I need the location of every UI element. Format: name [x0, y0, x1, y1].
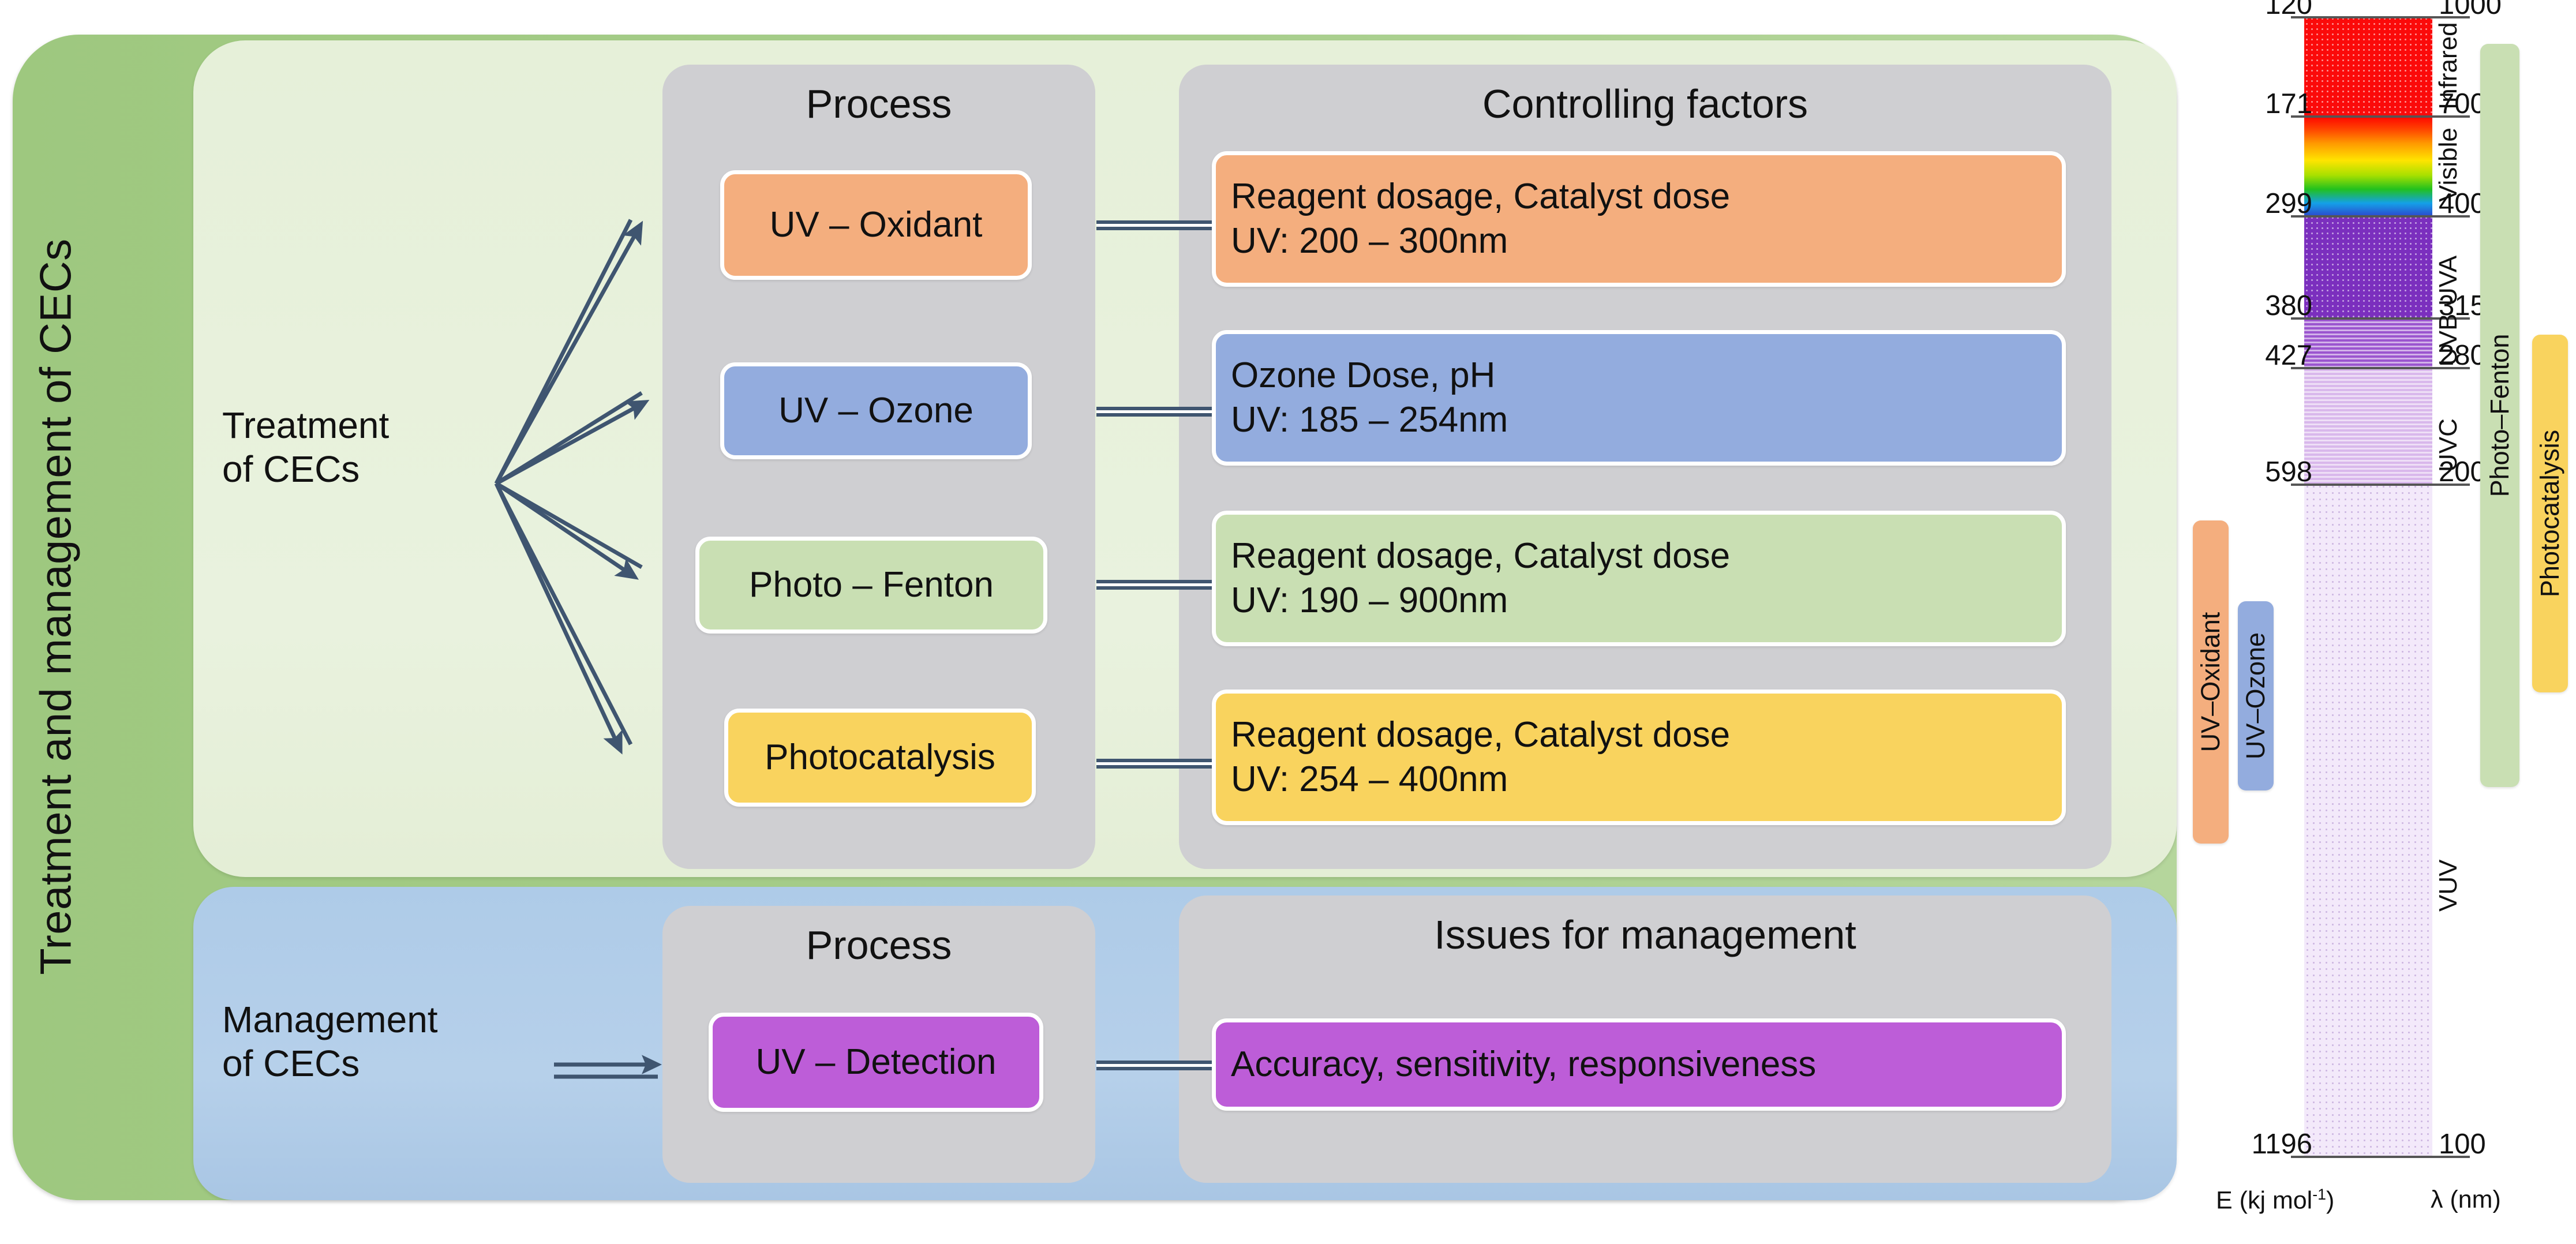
spectrum-panel: 1000 700 400 315 280 200 100 120 171 299…	[2216, 0, 2576, 1244]
connector-row-4	[1096, 759, 1212, 769]
treatment-row-label: Treatment of CECs	[222, 404, 390, 490]
factor-chip-uv-ozone[interactable]: Ozone Dose, pH UV: 185 – 254nm	[1212, 330, 2066, 466]
connector-row-2	[1096, 407, 1212, 417]
energy-tick-299: 299	[2265, 188, 2312, 219]
factor-chip-photocatalysis[interactable]: Reagent dosage, Catalyst dose UV: 254 – …	[1212, 690, 2066, 825]
connector-management-row	[1096, 1061, 1212, 1070]
lambda-tick-100: 100	[2439, 1129, 2486, 1160]
process-chip-uv-oxidant[interactable]: UV – Oxidant	[720, 170, 1032, 280]
management-process-group-title: Process	[806, 923, 952, 968]
process-chip-photocatalysis[interactable]: Photocatalysis	[724, 709, 1036, 807]
process-chip-label: UV – Oxidant	[769, 204, 983, 245]
issue-chip-text: Accuracy, sensitivity, responsiveness	[1231, 1044, 1817, 1084]
process-range-bar-label: Photo–Fenton	[2485, 334, 2514, 497]
lambda-tick-1000: 1000	[2439, 0, 2502, 20]
energy-tick-171: 171	[2265, 88, 2312, 119]
band-uvb	[2304, 317, 2432, 367]
band-label-uva: UVA	[2434, 255, 2462, 306]
band-vuv	[2304, 484, 2432, 1156]
connector-row-3	[1096, 580, 1212, 590]
process-chip-label: UV – Ozone	[778, 390, 974, 430]
factor-chip-uv-oxidant[interactable]: Reagent dosage, Catalyst dose UV: 200 – …	[1212, 151, 2066, 287]
energy-axis-caption: E (kj mol-1)	[2216, 1186, 2334, 1215]
band-label-visible: Visible	[2434, 128, 2462, 202]
figure-canvas: Treatment and management of CECs Treatme…	[0, 0, 2576, 1244]
factor-chip-photo-fenton[interactable]: Reagent dosage, Catalyst dose UV: 190 – …	[1212, 511, 2066, 646]
lambda-axis-caption: λ (nm)	[2431, 1186, 2501, 1213]
energy-tick-427: 427	[2265, 340, 2312, 371]
factor-chip-text: Reagent dosage, Catalyst dose UV: 190 – …	[1231, 535, 1731, 620]
process-range-bar-label: UV–Oxidant	[2196, 612, 2225, 752]
factor-chip-text: Reagent dosage, Catalyst dose UV: 200 – …	[1231, 176, 1731, 261]
band-uvc	[2304, 367, 2432, 484]
energy-axis-caption-sup: -1	[2312, 1186, 2326, 1203]
band-label-infrared: Infrared	[2434, 22, 2462, 110]
process-range-bar-photocatalysis[interactable]: Photocatalysis	[2532, 335, 2568, 692]
process-chip-label: Photo – Fenton	[749, 564, 994, 605]
treatment-process-group-title: Process	[806, 81, 952, 126]
energy-axis-caption-tail: )	[2326, 1186, 2335, 1215]
band-label-uvc: UVC	[2434, 418, 2462, 472]
band-visible	[2304, 115, 2432, 215]
energy-tick-120: 120	[2265, 0, 2312, 20]
process-chip-uv-ozone[interactable]: UV – Ozone	[720, 362, 1032, 459]
energy-tick-380: 380	[2265, 290, 2312, 321]
energy-axis-caption-base: E (kj mol	[2216, 1186, 2313, 1215]
factor-chip-text: Ozone Dose, pH UV: 185 – 254nm	[1231, 355, 1508, 440]
energy-tick-1196: 1196	[2251, 1129, 2312, 1160]
issue-chip-detection[interactable]: Accuracy, sensitivity, responsiveness	[1212, 1018, 2066, 1111]
connector-row-1	[1096, 220, 1212, 230]
figure-vertical-title: Treatment and management of CECs	[31, 238, 81, 975]
process-chip-label: UV – Detection	[755, 1041, 997, 1082]
process-range-bar-uv-ozone[interactable]: UV–Ozone	[2238, 601, 2274, 790]
energy-tick-598: 598	[2265, 456, 2312, 488]
band-label-vuv: VUV	[2434, 859, 2462, 912]
process-chip-photo-fenton[interactable]: Photo – Fenton	[695, 537, 1047, 634]
band-uva	[2304, 215, 2432, 317]
factor-chip-text: Reagent dosage, Catalyst dose UV: 254 – …	[1231, 714, 1731, 799]
process-chip-uv-detection[interactable]: UV – Detection	[709, 1013, 1043, 1112]
process-range-bar-label: Photocatalysis	[2535, 429, 2564, 598]
process-range-bar-label: UV–Ozone	[2241, 632, 2270, 760]
treatment-factors-group-title: Controlling factors	[1482, 81, 1809, 126]
process-chip-label: Photocatalysis	[765, 737, 995, 777]
management-row-label: Management of CECs	[222, 999, 438, 1084]
spectrum-column	[2304, 16, 2432, 1156]
process-range-bar-photo-fenton[interactable]: Photo–Fenton	[2480, 44, 2519, 787]
band-infrared	[2304, 16, 2432, 115]
band-label-uvb: UVB	[2434, 313, 2462, 366]
management-issues-group-title: Issues for management	[1434, 912, 1856, 957]
process-range-bar-uv-oxidant[interactable]: UV–Oxidant	[2193, 520, 2229, 844]
